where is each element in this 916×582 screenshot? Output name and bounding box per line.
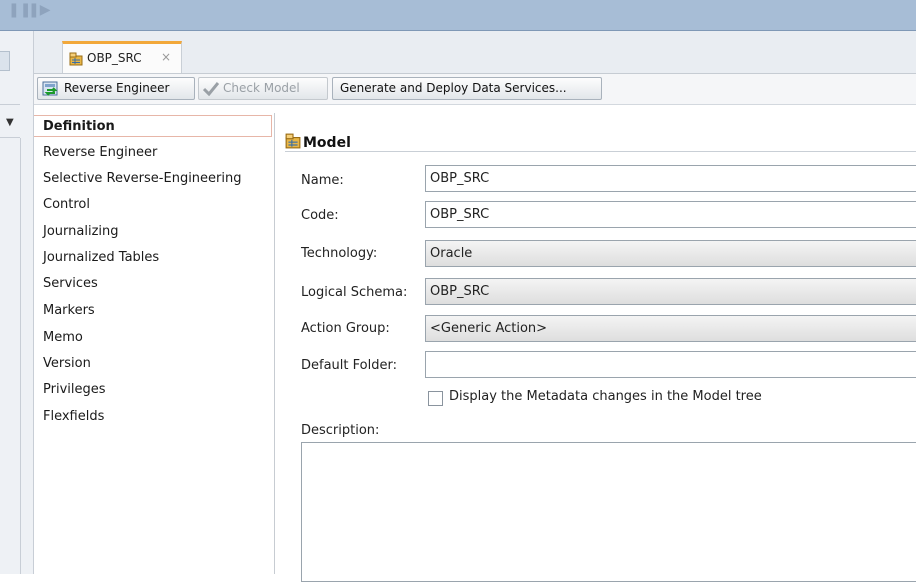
generate-deploy-label: Generate and Deploy Data Services... [340, 81, 567, 95]
step-icon[interactable]: ❚▶ [28, 2, 51, 18]
nav-item-version[interactable]: Version [34, 353, 272, 375]
technology-select[interactable]: Oracle [425, 240, 916, 267]
divider [0, 137, 20, 138]
top-toolbar-area: ❚❚ ❚▶ [0, 0, 916, 31]
check-model-button[interactable]: Check Model [198, 77, 328, 100]
nav-item-memo[interactable]: Memo [34, 327, 272, 349]
editor-tab-obp-src[interactable]: OBP_SRC × [62, 41, 182, 73]
editor-toolbar: Reverse Engineer Check Model Generate an… [34, 74, 916, 105]
panel-title: Model [285, 133, 351, 151]
logical-schema-select[interactable]: OBP_SRC [425, 278, 916, 305]
left-panel-tab[interactable] [0, 51, 10, 71]
code-label: Code: [301, 208, 339, 223]
editor-tab-bar: OBP_SRC × [34, 31, 916, 74]
left-panel-strip: ▼ [0, 31, 34, 574]
generate-deploy-button[interactable]: Generate and Deploy Data Services... [332, 77, 602, 100]
reverse-engineer-button[interactable]: Reverse Engineer [37, 77, 195, 100]
description-textarea[interactable] [301, 442, 916, 582]
action-group-label: Action Group: [301, 321, 390, 336]
checkmark-icon [203, 81, 219, 96]
divider [20, 138, 21, 574]
editor-tab-label: OBP_SRC [87, 51, 142, 65]
logical-schema-label: Logical Schema: [301, 285, 408, 300]
chevron-down-icon[interactable]: ▼ [6, 117, 14, 128]
nav-item-definition[interactable]: Definition [34, 115, 272, 137]
panel-title-text: Model [303, 135, 351, 151]
nav-item-journalizing[interactable]: Journalizing [34, 221, 272, 243]
model-icon [69, 52, 83, 66]
nav-item-services[interactable]: Services [34, 273, 272, 295]
display-metadata-checkbox[interactable] [428, 391, 443, 406]
nav-item-journalized-tables[interactable]: Journalized Tables [34, 247, 272, 269]
nav-item-control[interactable]: Control [34, 194, 272, 216]
divider [0, 104, 20, 105]
display-metadata-label: Display the Metadata changes in the Mode… [449, 389, 762, 404]
name-field[interactable]: OBP_SRC [425, 165, 916, 192]
editor-navigation: Definition Reverse Engineer Selective Re… [34, 113, 275, 574]
model-icon [285, 133, 301, 149]
description-label: Description: [301, 423, 380, 438]
nav-item-privileges[interactable]: Privileges [34, 379, 272, 401]
default-folder-field[interactable] [425, 351, 916, 378]
nav-item-markers[interactable]: Markers [34, 300, 272, 322]
nav-item-reverse-engineer[interactable]: Reverse Engineer [34, 142, 272, 164]
nav-item-selective-reverse-engineering[interactable]: Selective Reverse-Engineering [34, 168, 272, 190]
code-field[interactable]: OBP_SRC [425, 201, 916, 228]
close-icon[interactable]: × [161, 50, 171, 64]
definition-panel: Model Name: OBP_SRC Code: OBP_SRC Techno… [275, 113, 916, 582]
name-label: Name: [301, 173, 344, 188]
technology-label: Technology: [301, 246, 378, 261]
check-model-label: Check Model [223, 81, 300, 95]
nav-item-flexfields[interactable]: Flexfields [34, 406, 272, 428]
action-group-select[interactable]: <Generic Action> [425, 315, 916, 342]
default-folder-label: Default Folder: [301, 358, 397, 373]
divider [285, 151, 916, 152]
reverse-engineer-label: Reverse Engineer [64, 81, 170, 95]
reverse-engineer-icon [42, 81, 58, 96]
